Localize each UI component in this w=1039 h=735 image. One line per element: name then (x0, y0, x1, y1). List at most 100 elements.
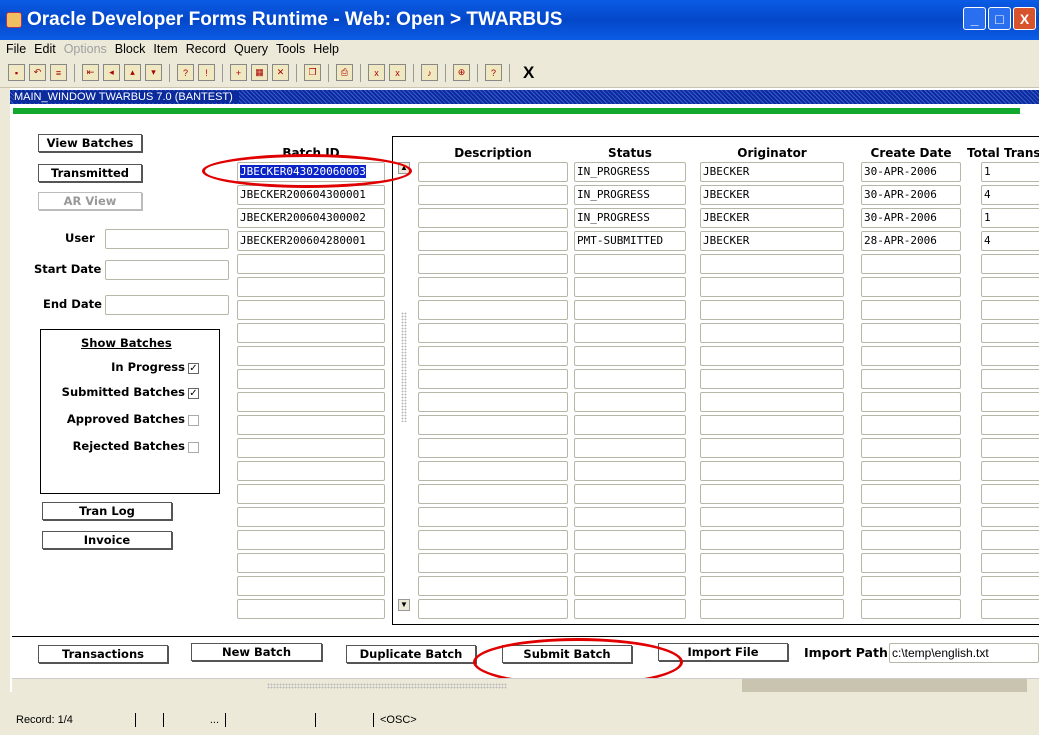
cell-total-trans[interactable]: 1 (981, 208, 1039, 228)
cell-status[interactable]: PMT-SUBMITTED (574, 231, 686, 251)
cell-create-date[interactable] (861, 553, 961, 573)
target-icon[interactable]: ⊕ (453, 64, 470, 81)
cell-total-trans[interactable]: 4 (981, 231, 1039, 251)
cell-description[interactable] (418, 346, 568, 366)
cell-total-trans[interactable] (981, 507, 1039, 527)
cell-batch-id[interactable] (237, 300, 385, 320)
cell-total-trans[interactable] (981, 300, 1039, 320)
cell-create-date[interactable] (861, 300, 961, 320)
menu-tools[interactable]: Tools (276, 42, 305, 56)
cell-create-date[interactable]: 30-APR-2006 (861, 208, 961, 228)
cell-total-trans[interactable] (981, 484, 1039, 504)
undo-icon[interactable]: ↶ (29, 64, 46, 81)
cell-originator[interactable]: JBECKER (700, 185, 844, 205)
menu-help[interactable]: Help (313, 42, 339, 56)
new-batch-button[interactable]: New Batch (191, 643, 322, 661)
approved-batches-checkbox[interactable] (188, 415, 199, 426)
cell-total-trans[interactable] (981, 346, 1039, 366)
copy-icon[interactable]: ❐ (304, 64, 321, 81)
cell-status[interactable] (574, 438, 686, 458)
cell-batch-id[interactable] (237, 254, 385, 274)
cell-description[interactable] (418, 553, 568, 573)
cell-status[interactable] (574, 576, 686, 596)
exit-icon[interactable]: X (523, 63, 534, 83)
cell-batch-id[interactable] (237, 553, 385, 573)
cell-create-date[interactable] (861, 530, 961, 550)
maximize-button[interactable]: □ (988, 7, 1011, 30)
cell-total-trans[interactable] (981, 323, 1039, 343)
cell-status[interactable] (574, 530, 686, 550)
cell-batch-id[interactable] (237, 484, 385, 504)
cell-description[interactable] (418, 530, 568, 550)
cell-status[interactable] (574, 599, 686, 619)
cell-status[interactable]: IN_PROGRESS (574, 185, 686, 205)
user-input[interactable] (105, 229, 229, 249)
next-block-icon[interactable]: ▾ (145, 64, 162, 81)
cell-total-trans[interactable] (981, 415, 1039, 435)
cell-batch-id[interactable] (237, 415, 385, 435)
cell-description[interactable] (418, 392, 568, 412)
vertical-scrollbar[interactable]: ▲ ▼ (398, 162, 410, 611)
scroll-thumb[interactable] (742, 679, 1027, 692)
prev-record-icon[interactable]: ◂ (103, 64, 120, 81)
cell-description[interactable] (418, 461, 568, 481)
cell-description[interactable] (418, 576, 568, 596)
cell-originator[interactable] (700, 530, 844, 550)
cell-status[interactable] (574, 346, 686, 366)
cell-create-date[interactable] (861, 392, 961, 412)
prev-block-icon[interactable]: ▴ (124, 64, 141, 81)
duplicate-batch-button[interactable]: Duplicate Batch (346, 645, 476, 663)
cell-originator[interactable] (700, 484, 844, 504)
cell-description[interactable] (418, 369, 568, 389)
cell-create-date[interactable] (861, 369, 961, 389)
cell-batch-id[interactable] (237, 369, 385, 389)
cell-batch-id[interactable] (237, 438, 385, 458)
cell-create-date[interactable] (861, 254, 961, 274)
cell-batch-id[interactable] (237, 530, 385, 550)
cell-batch-id[interactable]: JBECKER200604300001 (237, 185, 385, 205)
cell-batch-id[interactable] (237, 323, 385, 343)
cell-status[interactable] (574, 300, 686, 320)
enter-query-icon[interactable]: ? (177, 64, 194, 81)
print-icon[interactable]: ≡ (50, 64, 67, 81)
menu-options[interactable]: Options (64, 42, 107, 56)
cell-total-trans[interactable] (981, 553, 1039, 573)
cell-batch-id[interactable] (237, 277, 385, 297)
help-icon[interactable]: ? (485, 64, 502, 81)
cell-create-date[interactable] (861, 484, 961, 504)
cell-originator[interactable]: JBECKER (700, 162, 844, 182)
database-icon[interactable]: ▦ (251, 64, 268, 81)
cell-description[interactable] (418, 208, 568, 228)
cell-status[interactable] (574, 415, 686, 435)
ar-view-button[interactable]: AR View (38, 192, 142, 210)
menu-query[interactable]: Query (234, 42, 268, 56)
menu-block[interactable]: Block (115, 42, 146, 56)
cell-create-date[interactable] (861, 576, 961, 596)
menu-item[interactable]: Item (153, 42, 177, 56)
cell-description[interactable] (418, 415, 568, 435)
cell-batch-id[interactable] (237, 461, 385, 481)
rejected-batches-checkbox[interactable] (188, 442, 199, 453)
cell-originator[interactable] (700, 599, 844, 619)
cell-description[interactable] (418, 185, 568, 205)
cell-batch-id[interactable]: JBECKER200604280001 (237, 231, 385, 251)
cell-originator[interactable] (700, 507, 844, 527)
in-progress-checkbox[interactable]: ✓ (188, 363, 199, 374)
cell-total-trans[interactable] (981, 599, 1039, 619)
horizontal-scrollbar[interactable] (12, 678, 1039, 692)
view-batches-button[interactable]: View Batches (38, 134, 142, 152)
cell-create-date[interactable] (861, 415, 961, 435)
cell-batch-id[interactable]: JBECKER200604300002 (237, 208, 385, 228)
minimize-button[interactable]: _ (963, 7, 986, 30)
execute-query-icon[interactable]: ! (198, 64, 215, 81)
insert-record-icon[interactable]: + (230, 64, 247, 81)
cell-create-date[interactable] (861, 438, 961, 458)
cell-total-trans[interactable] (981, 277, 1039, 297)
cell-total-trans[interactable] (981, 254, 1039, 274)
cell-description[interactable] (418, 254, 568, 274)
cell-originator[interactable] (700, 553, 844, 573)
cell-total-trans[interactable] (981, 530, 1039, 550)
cell-total-trans[interactable] (981, 576, 1039, 596)
cell-description[interactable] (418, 484, 568, 504)
print-preview-icon[interactable]: ⎙ (336, 64, 353, 81)
